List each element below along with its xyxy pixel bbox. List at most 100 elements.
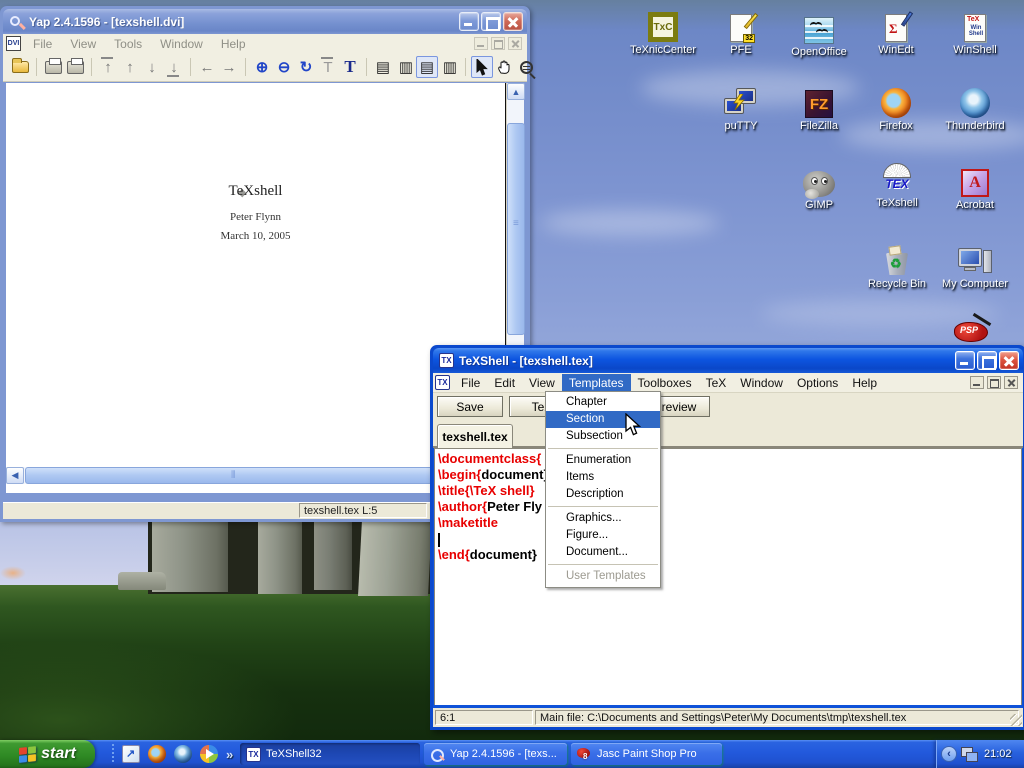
taskbar-button-texshell[interactable]: TX TeXShell32: [240, 743, 420, 765]
menu-item-graphics[interactable]: Graphics...: [546, 510, 660, 527]
desktop-icon-texshell[interactable]: TEX TeXshell: [858, 161, 936, 209]
texshell-minimize-button[interactable]: [955, 351, 975, 370]
desktop-icon-gimp[interactable]: GIMP: [780, 163, 858, 211]
desktop-icon-filezilla[interactable]: FZ FileZilla: [780, 84, 858, 132]
desktop-icon-openoffice[interactable]: OpenOffice: [780, 10, 858, 58]
yap-mdi-restore-icon[interactable]: [491, 37, 505, 50]
text-caret: [438, 533, 440, 547]
task-label: Yap 2.4.1596 - [texs...: [450, 748, 557, 760]
desktop-icon-winshell[interactable]: TeX Win Shell WinShell: [936, 8, 1014, 56]
menu-tex[interactable]: TeX: [699, 374, 734, 392]
previous-page-icon[interactable]: ↑: [119, 56, 141, 78]
menu-item-figure[interactable]: Figure...: [546, 527, 660, 544]
yap-menu-tools[interactable]: Tools: [105, 36, 151, 52]
psp-label: PSP: [960, 325, 978, 335]
mdi-close-icon[interactable]: [1004, 376, 1018, 389]
desktop-icon-pfe[interactable]: 32 PFE: [702, 8, 780, 56]
menu-window[interactable]: Window: [733, 374, 790, 392]
menu-toolboxes[interactable]: Toolboxes: [631, 374, 699, 392]
magnifier-icon[interactable]: [515, 56, 537, 78]
open-file-icon[interactable]: [9, 56, 31, 78]
mdi-minimize-icon[interactable]: [970, 376, 984, 389]
start-button[interactable]: start: [0, 740, 95, 768]
yap-menu-help[interactable]: Help: [212, 36, 255, 52]
menu-item-enumeration[interactable]: Enumeration: [546, 452, 660, 469]
text-tool-icon[interactable]: T: [339, 56, 361, 78]
facing-pages-icon[interactable]: ▥: [394, 56, 416, 78]
desktop-icon-recycle-bin[interactable]: ♻ Recycle Bin: [858, 242, 936, 290]
taskbar-button-paintshoppro[interactable]: Jasc Paint Shop Pro: [571, 743, 722, 765]
yap-menu-window[interactable]: Window: [151, 36, 212, 52]
editor-line: \end{document}: [438, 547, 537, 563]
taskbar-button-yap[interactable]: Yap 2.4.1596 - [texs...: [424, 743, 567, 765]
desktop-icon-winedt[interactable]: Σ WinEdt: [857, 8, 935, 56]
zoom-out-icon[interactable]: ⊖: [273, 56, 295, 78]
save-button[interactable]: Save: [437, 396, 503, 417]
menu-item-section[interactable]: Section: [546, 411, 660, 428]
desktop-icon-putty[interactable]: puTTY: [702, 84, 780, 132]
texshell-maximize-button[interactable]: [977, 351, 997, 370]
yap-titlebar[interactable]: Yap 2.4.1596 - [texshell.dvi]: [3, 9, 527, 34]
single-page-icon[interactable]: ▤: [372, 56, 394, 78]
yap-menu-view[interactable]: View: [61, 36, 105, 52]
putty-icon: [724, 88, 758, 118]
yap-app-icon: [9, 14, 25, 30]
menu-item-items[interactable]: Items: [546, 469, 660, 486]
scroll-up-icon[interactable]: ▲: [507, 83, 525, 100]
resize-grip[interactable]: [1010, 714, 1022, 726]
yap-hscroll-thumb[interactable]: [25, 467, 445, 484]
yap-close-button[interactable]: [503, 12, 523, 31]
tab-texshell-tex[interactable]: texshell.tex: [437, 424, 513, 448]
desktop-icon-thunderbird[interactable]: Thunderbird: [936, 84, 1014, 132]
tray-hide-icons-chevron[interactable]: ‹: [941, 746, 957, 762]
menu-help[interactable]: Help: [845, 374, 884, 392]
desktop-icon-acrobat[interactable]: A Acrobat: [936, 163, 1014, 211]
refresh-icon[interactable]: ↻: [295, 56, 317, 78]
yap-mdi-close-icon[interactable]: [508, 37, 522, 50]
menu-edit[interactable]: Edit: [487, 374, 522, 392]
menu-templates[interactable]: Templates: [562, 374, 631, 392]
print-icon[interactable]: [42, 56, 64, 78]
menu-item-document[interactable]: Document...: [546, 544, 660, 561]
yap-mdi-minimize-icon[interactable]: [474, 37, 488, 50]
thunderbird-quicklaunch-icon[interactable]: [174, 745, 192, 763]
menu-item-description[interactable]: Description: [546, 486, 660, 503]
show-desktop-icon[interactable]: [122, 745, 140, 763]
menu-file[interactable]: File: [454, 374, 487, 392]
back-icon[interactable]: ←: [196, 56, 218, 78]
next-page-icon[interactable]: ↓: [141, 56, 163, 78]
yap-menu-file[interactable]: File: [24, 36, 61, 52]
yap-vscroll-thumb[interactable]: [507, 123, 525, 335]
hand-tool-icon[interactable]: [493, 56, 515, 78]
yap-maximize-button[interactable]: [481, 12, 501, 31]
zoom-in-icon[interactable]: ⊕: [251, 56, 273, 78]
firefox-quicklaunch-icon[interactable]: [148, 745, 166, 763]
mdi-restore-icon[interactable]: [987, 376, 1001, 389]
quicklaunch-overflow-chevron[interactable]: »: [226, 747, 233, 762]
desktop-icon-label: WinEdt: [857, 44, 935, 56]
texshell-close-button[interactable]: [999, 351, 1019, 370]
continuous-facing-icon[interactable]: ▥: [438, 56, 460, 78]
pointer-tool-icon[interactable]: [471, 56, 493, 78]
first-page-icon[interactable]: ↑: [97, 56, 119, 78]
continuous-page-icon[interactable]: ▤: [416, 56, 438, 78]
last-page-icon[interactable]: ↓: [163, 56, 185, 78]
texshell-titlebar[interactable]: TX TeXShell - [texshell.tex]: [433, 348, 1023, 373]
yap-minimize-button[interactable]: [459, 12, 479, 31]
menu-item-subsection[interactable]: Subsection: [546, 428, 660, 445]
forward-icon[interactable]: →: [218, 56, 240, 78]
network-tray-icon[interactable]: [961, 747, 978, 762]
menu-view[interactable]: View: [522, 374, 562, 392]
desktop-icon-texniccenter[interactable]: TxC TeXnicCenter: [624, 8, 702, 56]
menu-options[interactable]: Options: [790, 374, 845, 392]
ruler-tool-icon[interactable]: T: [317, 56, 339, 78]
desktop-icon-firefox[interactable]: Firefox: [857, 84, 935, 132]
texshell-toolbar: Save TeX Preview: [433, 393, 1023, 420]
scroll-left-icon[interactable]: ◀: [6, 467, 24, 484]
texshell-editor[interactable]: \documentclass{ \begin{document} \title{…: [434, 448, 1022, 705]
media-player-icon[interactable]: [200, 745, 218, 763]
menu-item-chapter[interactable]: Chapter: [546, 394, 660, 411]
desktop-icon-my-computer[interactable]: My Computer: [936, 242, 1014, 290]
print-setup-icon[interactable]: [64, 56, 86, 78]
texshell-window: TX TeXShell - [texshell.tex] TX File Edi…: [430, 345, 1024, 730]
